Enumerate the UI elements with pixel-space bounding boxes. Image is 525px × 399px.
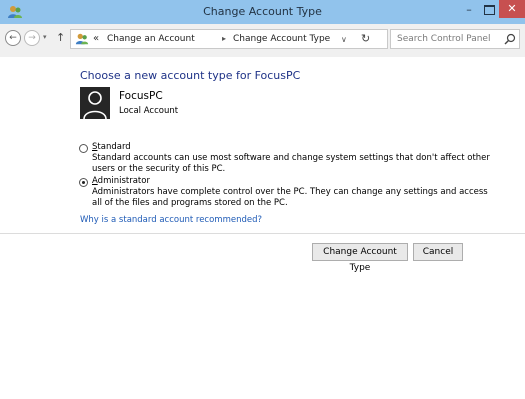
- standard-label-text: tandard: [97, 142, 131, 152]
- back-button[interactable]: ←: [5, 30, 21, 46]
- recent-locations-dropdown[interactable]: ▾: [43, 33, 47, 41]
- account-type: Local Account: [119, 106, 179, 116]
- user-silhouette-icon: [80, 87, 110, 120]
- address-overflow-chevron[interactable]: «: [93, 33, 99, 44]
- maximize-icon: [484, 5, 495, 15]
- administrator-label[interactable]: Administrator: [92, 176, 150, 186]
- content-area: Choose a new account type for FocusPC Fo…: [0, 57, 525, 399]
- search-placeholder: Search Control Panel: [397, 34, 491, 44]
- standard-radio[interactable]: [79, 144, 88, 153]
- standard-label[interactable]: Standard: [92, 142, 131, 152]
- change-account-type-button[interactable]: Change Account Type: [312, 243, 408, 273]
- refresh-button[interactable]: ↻: [361, 32, 370, 45]
- administrator-description: Administrators have complete control ove…: [92, 187, 488, 208]
- forward-button[interactable]: →: [24, 30, 40, 46]
- window-title: Change Account Type: [203, 5, 322, 18]
- close-button[interactable]: ✕: [499, 0, 525, 18]
- account-name: FocusPC: [119, 90, 163, 102]
- title-bar[interactable]: Change Account Type – ✕: [0, 0, 525, 24]
- cancel-button[interactable]: Cancel: [413, 243, 463, 261]
- avatar: [80, 87, 110, 120]
- window: Change Account Type – ✕ ← → ▾ ↑ « Change…: [0, 0, 525, 399]
- breadcrumb-change-an-account[interactable]: Change an Account: [107, 34, 195, 44]
- address-dropdown-button[interactable]: ∨: [341, 35, 347, 44]
- search-icon[interactable]: [504, 33, 516, 45]
- up-button[interactable]: ↑: [56, 31, 65, 44]
- administrator-radio[interactable]: [79, 178, 88, 187]
- address-bar[interactable]: « Change an Account ▸ Change Account Typ…: [70, 29, 388, 49]
- user-accounts-icon: [75, 33, 89, 45]
- administrator-label-text: dministrator: [97, 176, 150, 186]
- search-input[interactable]: Search Control Panel: [390, 29, 520, 49]
- minimize-button[interactable]: –: [459, 2, 479, 18]
- maximize-button[interactable]: [479, 2, 499, 18]
- standard-description: Standard accounts can use most software …: [92, 153, 490, 174]
- navigation-bar: ← → ▾ ↑ « Change an Account ▸ Change Acc…: [0, 24, 525, 57]
- page-title: Choose a new account type for FocusPC: [80, 69, 301, 82]
- breadcrumb-separator[interactable]: ▸: [222, 34, 226, 43]
- why-standard-account-link[interactable]: Why is a standard account recommended?: [80, 215, 262, 225]
- breadcrumb-change-account-type[interactable]: Change Account Type: [233, 34, 330, 44]
- divider: [0, 233, 525, 234]
